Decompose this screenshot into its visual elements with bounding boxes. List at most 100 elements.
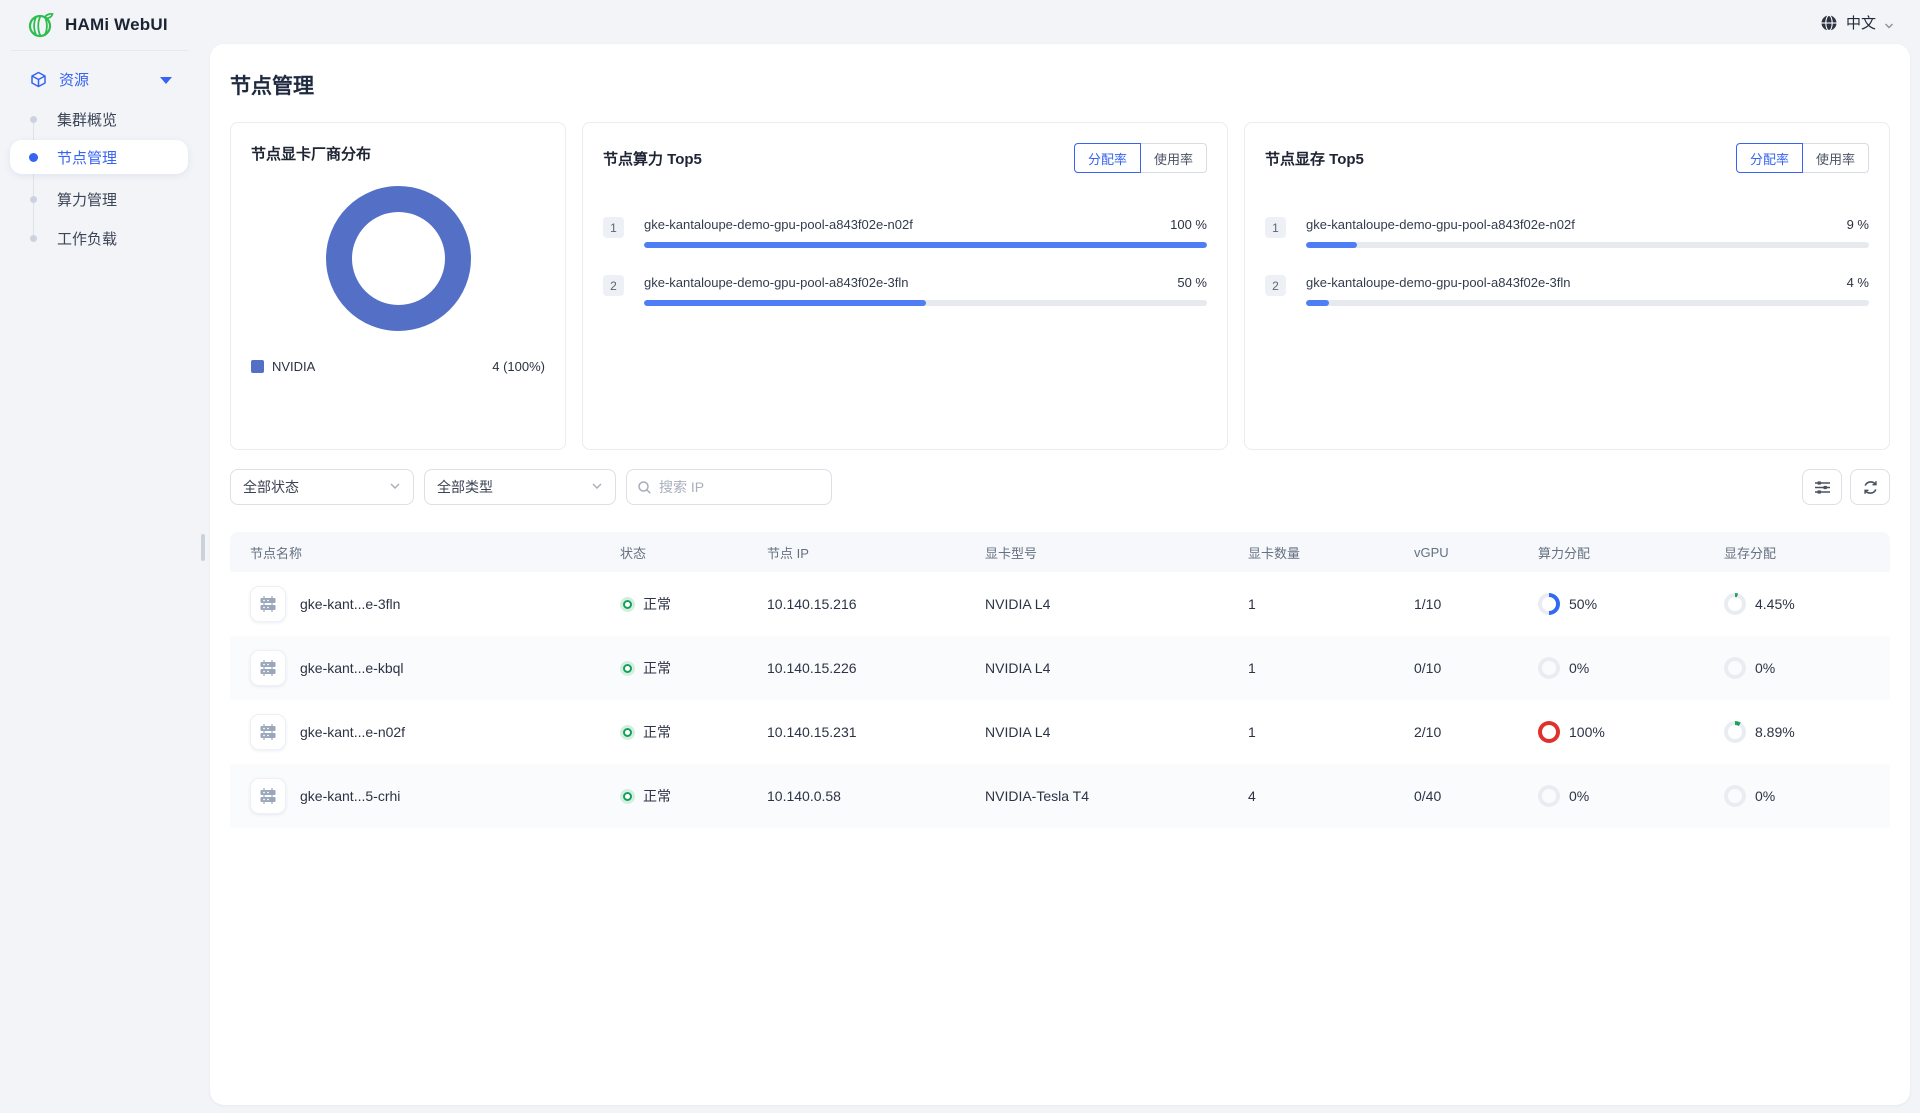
table-row[interactable]: gke-kant...e-3fln 正常 10.140.15.216 NVIDI… [230, 572, 1890, 636]
node-value: 9 % [1847, 217, 1869, 232]
memory-rate-toggle: 分配率 使用率 [1736, 143, 1869, 173]
node-icon [250, 650, 286, 686]
vendor-legend-row[interactable]: NVIDIA 4 (100%) [251, 359, 545, 374]
sidebar-item-cluster-overview[interactable]: 集群概览 [10, 102, 188, 136]
rank-badge: 1 [1265, 217, 1286, 238]
rank-badge: 2 [603, 275, 624, 296]
usage-rate-tab[interactable]: 使用率 [1140, 143, 1207, 173]
node-ip: 10.140.15.226 [767, 660, 985, 676]
sidebar-item-label: 算力管理 [57, 189, 117, 210]
progress-fill [1306, 242, 1357, 248]
node-name: gke-kantaloupe-demo-gpu-pool-a843f02e-3f… [1306, 275, 1571, 290]
column-header-compute-alloc: 算力分配 [1538, 543, 1724, 562]
chevron-down-icon [1884, 18, 1894, 28]
sidebar-resize-handle[interactable] [201, 534, 205, 561]
memory-allocation-ring [1724, 785, 1746, 807]
search-icon [637, 480, 652, 495]
compute-rate-toggle: 分配率 使用率 [1074, 143, 1207, 173]
memory-allocation-label: 4.45% [1755, 596, 1795, 612]
column-header-status: 状态 [620, 543, 767, 562]
status-ok-icon [620, 725, 635, 740]
tree-dot-icon [30, 116, 37, 123]
node-value: 50 % [1177, 275, 1207, 290]
column-header-memory-alloc: 显存分配 [1724, 543, 1890, 562]
node-ip: 10.140.15.231 [767, 724, 985, 740]
progress-track [644, 242, 1207, 248]
vgpu-value: 0/40 [1414, 788, 1538, 804]
list-item: 2 gke-kantaloupe-demo-gpu-pool-a843f02e-… [1265, 275, 1869, 306]
memory-card-title: 节点显存 Top5 [1265, 148, 1364, 169]
type-filter-value: 全部类型 [437, 477, 493, 497]
stat-cards-row: 节点显卡厂商分布 NVIDIA 4 (100%) 节点算力 Top5 分配率 使… [230, 122, 1890, 450]
search-input[interactable] [659, 479, 840, 495]
compute-allocation-ring [1538, 785, 1560, 807]
vgpu-value: 2/10 [1414, 724, 1538, 740]
legend-value: 4 (100%) [492, 359, 545, 374]
allocation-rate-tab[interactable]: 分配率 [1736, 143, 1803, 173]
status-ok-icon [620, 661, 635, 676]
column-header-vgpu: vGPU [1414, 545, 1538, 560]
legend-swatch [251, 360, 264, 373]
node-name-link[interactable]: gke-kant...e-kbql [300, 660, 404, 676]
sidebar-group-resources[interactable]: 资源 [0, 63, 210, 95]
vendor-card-title: 节点显卡厂商分布 [251, 143, 545, 164]
table-row[interactable]: gke-kant...e-kbql 正常 10.140.15.226 NVIDI… [230, 636, 1890, 700]
memory-allocation-ring [1724, 593, 1746, 615]
sidebar-item-compute-management[interactable]: 算力管理 [10, 182, 188, 216]
rank-badge: 1 [603, 217, 624, 238]
gpu-model: NVIDIA-Tesla T4 [985, 788, 1248, 804]
cube-icon [30, 71, 47, 88]
gpu-model: NVIDIA L4 [985, 660, 1248, 676]
node-ip: 10.140.0.58 [767, 788, 985, 804]
node-name-link[interactable]: gke-kant...e-3fln [300, 596, 400, 612]
memory-allocation-ring [1724, 721, 1746, 743]
progress-fill [644, 242, 1207, 248]
sidebar-item-label: 工作负载 [57, 228, 117, 249]
progress-track [644, 300, 1207, 306]
column-settings-button[interactable] [1802, 469, 1842, 505]
gpu-count: 4 [1248, 788, 1414, 804]
language-selector[interactable]: 中文 [1820, 12, 1894, 33]
status-filter-select[interactable]: 全部状态 [230, 469, 414, 505]
status-ok-icon [620, 789, 635, 804]
compute-allocation-ring [1538, 721, 1560, 743]
node-name-link[interactable]: gke-kant...e-n02f [300, 724, 405, 740]
gpu-count: 1 [1248, 660, 1414, 676]
status-text: 正常 [643, 594, 671, 614]
type-filter-select[interactable]: 全部类型 [424, 469, 616, 505]
progress-fill [1306, 300, 1329, 306]
status-ok-icon [620, 597, 635, 612]
sidebar-item-node-management[interactable]: 节点管理 [10, 140, 188, 174]
node-value: 4 % [1847, 275, 1869, 290]
ip-search-box [626, 469, 832, 505]
vendor-donut-chart [251, 186, 545, 331]
table-row[interactable]: gke-kant...e-n02f 正常 10.140.15.231 NVIDI… [230, 700, 1890, 764]
chevron-down-icon [591, 479, 603, 495]
status-text: 正常 [643, 786, 671, 806]
compute-top5-list: 1 gke-kantaloupe-demo-gpu-pool-a843f02e-… [603, 217, 1207, 306]
memory-top5-list: 1 gke-kantaloupe-demo-gpu-pool-a843f02e-… [1265, 217, 1869, 306]
tree-dot-icon [29, 153, 38, 162]
page: HAMi WebUI 中文 资源 [0, 0, 1920, 1113]
refresh-button[interactable] [1850, 469, 1890, 505]
list-item: 1 gke-kantaloupe-demo-gpu-pool-a843f02e-… [603, 217, 1207, 248]
rank-badge: 2 [1265, 275, 1286, 296]
column-header-model: 显卡型号 [985, 543, 1248, 562]
node-icon [250, 586, 286, 622]
usage-rate-tab[interactable]: 使用率 [1802, 143, 1869, 173]
memory-allocation-label: 0% [1755, 660, 1775, 676]
sidebar-group-label: 资源 [59, 69, 89, 90]
allocation-rate-tab[interactable]: 分配率 [1074, 143, 1141, 173]
page-title: 节点管理 [230, 70, 1890, 100]
memory-allocation-label: 8.89% [1755, 724, 1795, 740]
table-row[interactable]: gke-kant...5-crhi 正常 10.140.0.58 NVIDIA-… [230, 764, 1890, 828]
sidebar-item-workloads[interactable]: 工作负载 [10, 221, 188, 255]
legend-label: NVIDIA [272, 359, 315, 374]
node-name-link[interactable]: gke-kant...5-crhi [300, 788, 400, 804]
compute-card-title: 节点算力 Top5 [603, 148, 702, 169]
refresh-icon [1862, 479, 1879, 496]
gpu-model: NVIDIA L4 [985, 724, 1248, 740]
language-label: 中文 [1846, 12, 1876, 33]
gpu-count: 1 [1248, 724, 1414, 740]
sidebar-divider [11, 50, 188, 51]
